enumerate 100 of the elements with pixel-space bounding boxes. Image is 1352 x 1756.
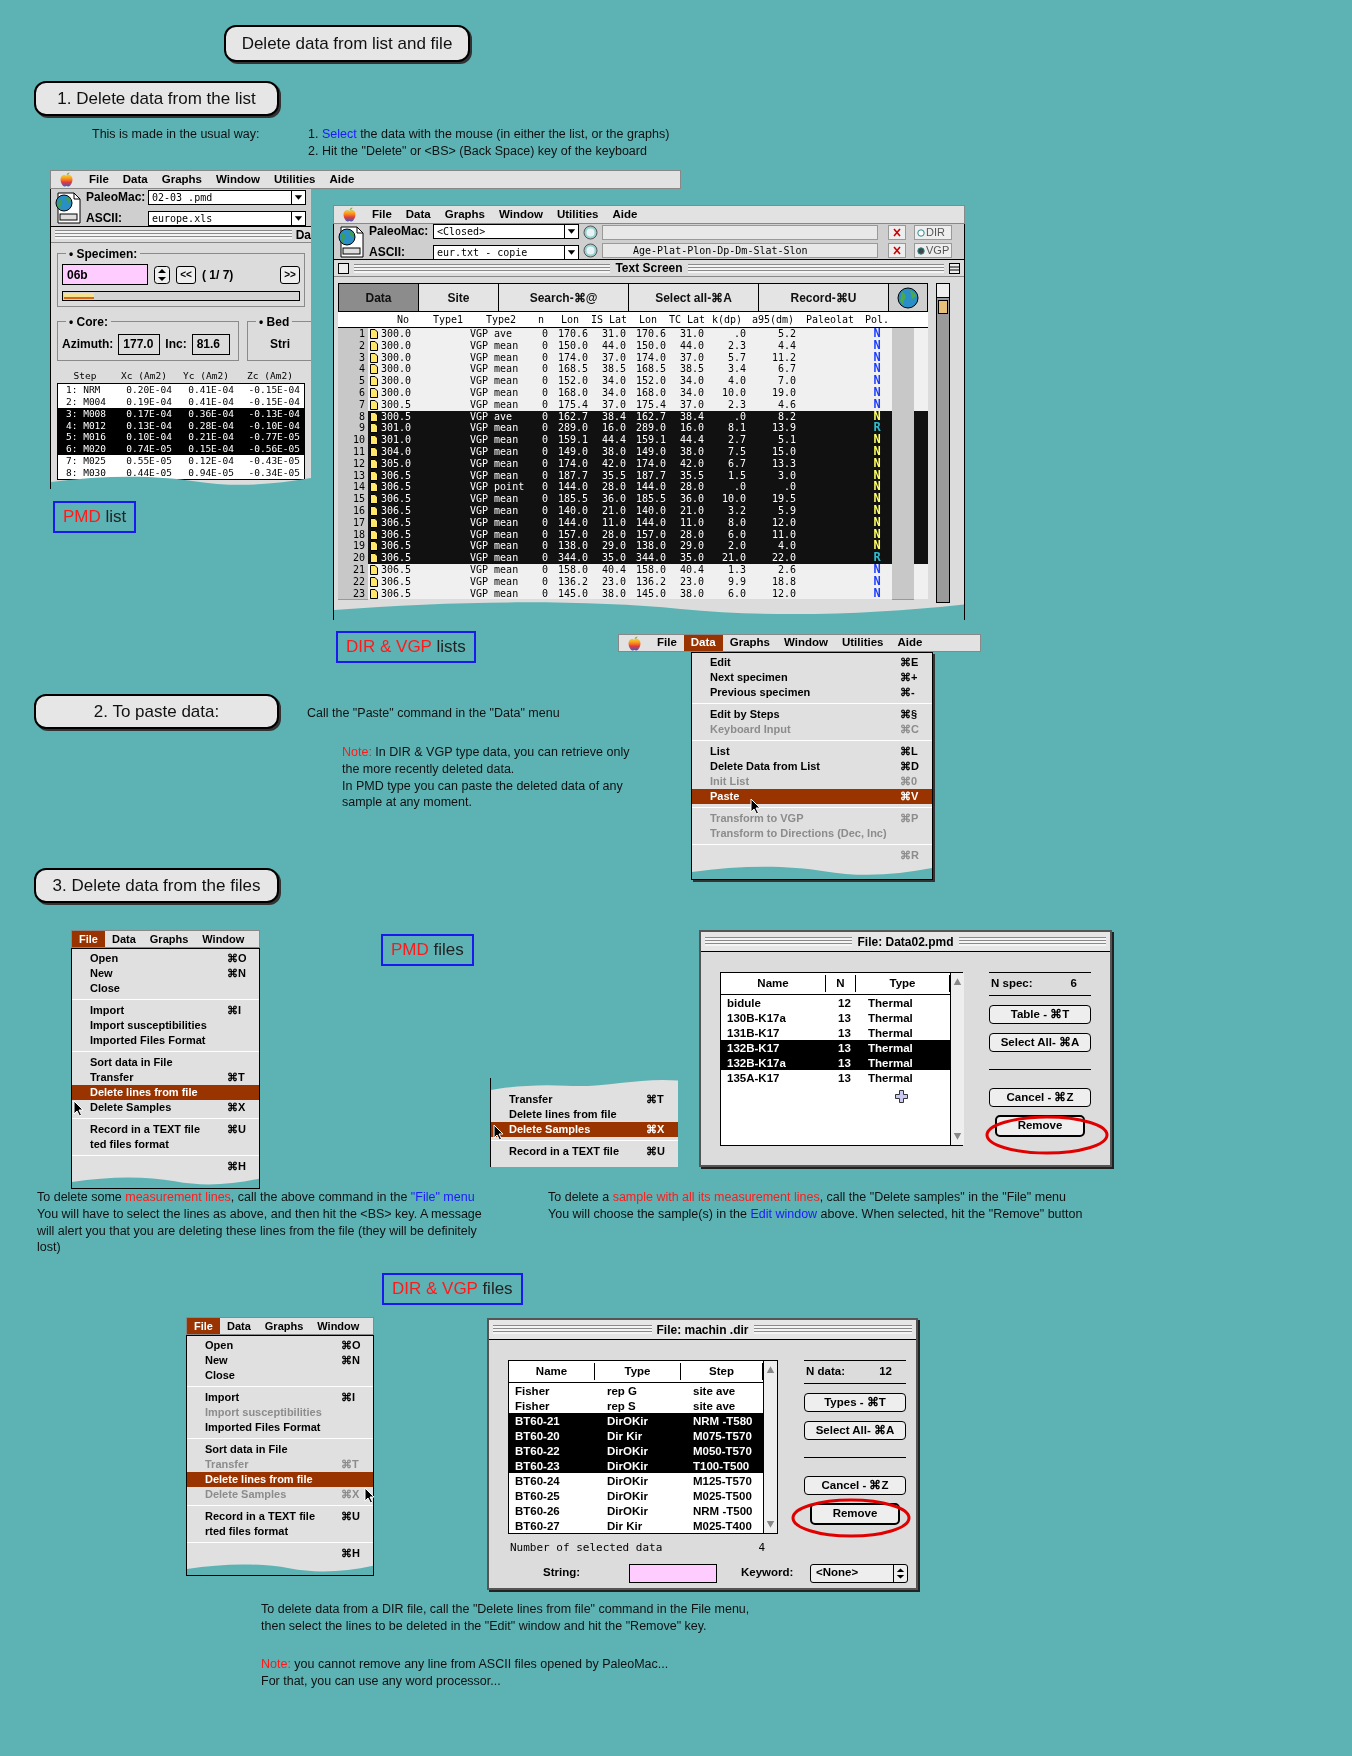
- tab[interactable]: Select all-⌘A: [629, 284, 759, 311]
- text-field[interactable]: [602, 225, 878, 240]
- menu-title[interactable]: Aide: [890, 635, 930, 651]
- menu-title[interactable]: Window: [310, 1318, 367, 1334]
- menu-title[interactable]: Window: [195, 931, 252, 947]
- remove-button[interactable]: Remove: [810, 1503, 900, 1525]
- dropdown[interactable]: eur.txt - copie: [433, 244, 579, 260]
- menu-title[interactable]: Window: [492, 206, 550, 223]
- table-row[interactable]: 14 306.5 VGP point 0 144.0 28.0 144.0 28.0 .0 .0 N: [338, 481, 928, 494]
- menu-item[interactable]: Record in a TEXT file ⌘U: [72, 1122, 259, 1137]
- menu-item[interactable]: Delete lines from file: [187, 1472, 373, 1487]
- menu-title[interactable]: Utilities: [267, 171, 323, 188]
- previous-button[interactable]: <<: [176, 265, 196, 284]
- menu-item[interactable]: New ⌘N: [187, 1353, 373, 1368]
- menu-title[interactable]: Utilities: [550, 206, 606, 223]
- list-row[interactable]: 131B-K17 13 Thermal: [721, 1025, 950, 1040]
- apple-icon[interactable]: [628, 635, 641, 651]
- list-row[interactable]: 130B-K17a 13 Thermal: [721, 1010, 950, 1025]
- inc-field[interactable]: 81.6: [191, 333, 230, 355]
- list-row[interactable]: bidule 12 Thermal: [721, 995, 950, 1010]
- menu-item[interactable]: New ⌘N: [72, 966, 259, 981]
- apple-icon[interactable]: [343, 207, 356, 222]
- apple-icon[interactable]: [60, 172, 73, 187]
- table-row[interactable]: 10 301.0 VGP mean 0 159.1 44.4 159.1 44.4 2.7 5.1 N: [338, 434, 928, 446]
- list-row[interactable]: BT60-22 DirOKir M050-T570: [509, 1443, 763, 1458]
- table-row[interactable]: 20 306.5 VGP mean 0 344.0 35.0 344.0 35.0 21.0 22.0 R: [338, 552, 928, 564]
- list-row[interactable]: 135A-K17 13 Thermal: [721, 1070, 950, 1085]
- round-button[interactable]: [583, 243, 598, 258]
- list-row[interactable]: BT60-27 Dir Kir M025-T400: [509, 1518, 763, 1533]
- menu-title[interactable]: File: [82, 171, 116, 188]
- menu-title[interactable]: Graphs: [257, 1318, 311, 1334]
- menu-item[interactable]: Previous specimen ⌘-: [692, 685, 932, 700]
- list-row[interactable]: BT60-25 DirOKir M025-T500: [509, 1488, 763, 1503]
- list-row[interactable]: BT60-26 DirOKir NRM -T500: [509, 1503, 763, 1518]
- collapse-box-icon[interactable]: [949, 262, 960, 274]
- menu-title[interactable]: Graphs: [437, 206, 492, 223]
- list-row[interactable]: 132B-K17 13 Thermal: [721, 1040, 950, 1055]
- menu-item[interactable]: Open ⌘O: [187, 1338, 373, 1353]
- list-row[interactable]: BT60-21 DirOKir NRM -T580: [509, 1413, 763, 1428]
- menu-title[interactable]: Graphs: [142, 931, 196, 947]
- menu-title[interactable]: Aide: [605, 206, 645, 223]
- string-field[interactable]: [629, 1563, 717, 1583]
- scrollbar[interactable]: [763, 1361, 777, 1533]
- table-row[interactable]: 5 300.0 VGP mean 0 152.0 34.0 152.0 34.0 4.0 7.0 N: [338, 375, 928, 387]
- menu-title[interactable]: Utilities: [835, 635, 891, 651]
- keyword-dropdown[interactable]: <None>: [810, 1563, 908, 1583]
- table-row[interactable]: 9 301.0 VGP mean 0 289.0 16.0 289.0 16.0 8.1 13.9 R: [338, 422, 928, 435]
- menu-title[interactable]: Data: [219, 1318, 258, 1334]
- menu-item[interactable]: Record in a TEXT file ⌘U: [187, 1509, 373, 1524]
- menu-item[interactable]: Sort data in File: [72, 1055, 259, 1070]
- dropdown[interactable]: <Closed>: [433, 224, 579, 239]
- menu-item[interactable]: Delete lines from file: [491, 1107, 678, 1122]
- menu-title[interactable]: File: [72, 931, 105, 947]
- menu-item[interactable]: Transfer ⌘T: [491, 1092, 678, 1107]
- table-row[interactable]: 15 306.5 VGP mean 0 185.5 36.0 185.5 36.0 10.0 19.5 N: [338, 493, 928, 505]
- dropdown[interactable]: 02-03 .pmd: [148, 189, 306, 205]
- table-row[interactable]: 6: M020 0.74E-05 0.15E-04 -0.56E-05: [58, 443, 304, 456]
- table-row[interactable]: 4 300.0 VGP mean 0 168.5 38.5 168.5 38.5 3.4 6.7 N: [338, 363, 928, 376]
- menu-title[interactable]: Window: [209, 171, 267, 188]
- menu-item[interactable]: Delete Samples ⌘X: [491, 1122, 678, 1137]
- menu-item[interactable]: Close: [72, 981, 259, 996]
- menu-item[interactable]: Sort data in File: [187, 1442, 373, 1457]
- menu-item[interactable]: Imported Files Format: [187, 1420, 373, 1435]
- globe-icon[interactable]: [897, 286, 919, 309]
- menu-item[interactable]: Delete Data from List ⌘D: [692, 759, 932, 774]
- menu-title[interactable]: Data: [115, 171, 155, 188]
- dialog-button[interactable]: Select All- ⌘A: [804, 1421, 906, 1440]
- menu-title[interactable]: Data: [683, 635, 723, 651]
- stepper-icon[interactable]: [154, 265, 170, 284]
- menu-title[interactable]: Aide: [322, 171, 362, 188]
- menu-title[interactable]: Graphs: [154, 171, 209, 188]
- cancel-button[interactable]: Cancel - ⌘Z: [804, 1476, 906, 1495]
- menu-item[interactable]: Delete lines from file: [72, 1085, 259, 1100]
- menu-item[interactable]: ⌘H: [72, 1159, 259, 1174]
- round-button[interactable]: [583, 225, 598, 240]
- dialog-button[interactable]: Table - ⌘T: [989, 1005, 1091, 1024]
- menu-item[interactable]: rted files format: [187, 1524, 373, 1539]
- menu-item[interactable]: Import susceptibilities: [72, 1018, 259, 1033]
- list-row[interactable]: 132B-K17a 13 Thermal: [721, 1055, 950, 1070]
- dialog-button[interactable]: Types - ⌘T: [804, 1393, 906, 1412]
- menu-item[interactable]: Open ⌘O: [72, 951, 259, 966]
- close-icon[interactable]: [888, 243, 906, 258]
- menu-item[interactable]: Edit ⌘E: [692, 655, 932, 670]
- table-row[interactable]: 1 300.0 VGP ave 0 170.6 31.0 170.6 31.0 .0 5.2 N: [338, 328, 928, 340]
- tab[interactable]: Record-⌘U: [759, 284, 889, 311]
- menu-item[interactable]: Close: [187, 1368, 373, 1383]
- close-box-icon[interactable]: [338, 262, 349, 274]
- tab[interactable]: Data: [339, 284, 419, 311]
- menu-title[interactable]: File: [365, 206, 399, 223]
- menu-title[interactable]: File: [650, 635, 684, 651]
- cancel-button[interactable]: Cancel - ⌘Z: [989, 1088, 1091, 1107]
- menu-item[interactable]: Delete Samples ⌘X: [72, 1100, 259, 1115]
- radio-option[interactable]: DIR: [914, 225, 953, 240]
- menu-title[interactable]: Graphs: [722, 635, 777, 651]
- radio-option[interactable]: VGP: [914, 243, 953, 258]
- menu-item[interactable]: ted files format: [72, 1137, 259, 1152]
- menu-title[interactable]: Data: [398, 206, 438, 223]
- format-field[interactable]: Age-Plat-Plon-Dp-Dm-Slat-Slon: [602, 243, 878, 258]
- tab[interactable]: Site: [419, 284, 499, 311]
- menu-item[interactable]: Next specimen ⌘+: [692, 670, 932, 685]
